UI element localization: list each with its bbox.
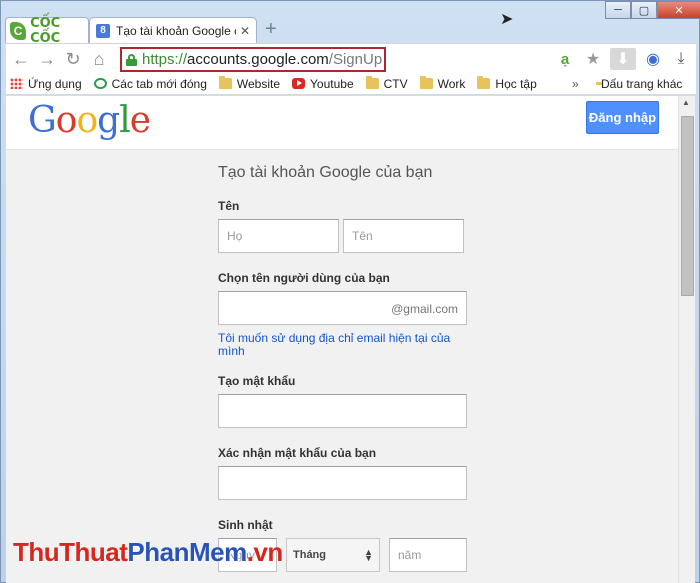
password-input[interactable]: [218, 394, 467, 428]
bookmark-label: Học tập: [495, 76, 537, 91]
toolbar: ← → ↻ ⌂ https:// accounts.google.com /Si…: [6, 43, 696, 73]
maximize-button[interactable]: ▢: [631, 1, 657, 19]
page-scrollbar[interactable]: ▲: [678, 96, 695, 583]
bookmark-label: Work: [437, 76, 466, 91]
apps-icon: [10, 78, 23, 89]
logo-letter: o: [55, 100, 78, 141]
bookmarks-bar: Ứng dụng Các tab mới đóng Website Youtub…: [6, 73, 696, 95]
download-icon[interactable]: ⤓: [670, 48, 692, 70]
bookmark-hoc-tap[interactable]: Học tập: [477, 76, 537, 91]
back-icon[interactable]: ←: [10, 48, 32, 70]
coccoc-dictionary-icon[interactable]: ạ: [554, 48, 576, 70]
folder-icon: [365, 76, 379, 89]
folder-icon: [477, 76, 491, 89]
history-icon: [93, 78, 107, 89]
username-input[interactable]: @gmail.com: [218, 291, 467, 325]
use-current-email-link[interactable]: Tôi muốn sử dụng địa chỉ email hiện tại …: [218, 332, 458, 358]
page-content: Google Đăng nhập Tạo tài khoản Google củ…: [6, 96, 678, 583]
home-icon[interactable]: ⌂: [88, 48, 110, 70]
bookmark-label: Ứng dụng: [28, 76, 82, 91]
google-logo: Google: [28, 100, 151, 141]
logo-letter: e: [129, 100, 151, 141]
select-arrows-icon: ▲ ▼: [364, 547, 373, 563]
youtube-icon: [292, 78, 306, 89]
bookmark-ctv[interactable]: CTV: [365, 76, 408, 91]
camera-extension-icon[interactable]: ◉: [642, 48, 664, 70]
bookmark-label: Website: [236, 76, 281, 91]
coccoc-brand[interactable]: C CỐC CỐC: [5, 15, 89, 46]
url-path: /SignUp: [328, 51, 383, 68]
signup-form: Tạo tài khoản Google của bạn Tên Họ Tên …: [218, 164, 478, 572]
logo-letter: G: [28, 100, 57, 141]
bookmark-label: Youtube: [310, 76, 354, 91]
star-icon[interactable]: ★: [582, 48, 604, 70]
confirm-password-input[interactable]: [218, 466, 467, 500]
confirm-password-label: Xác nhận mật khẩu của bạn: [218, 446, 377, 460]
url-host: accounts.google.com: [187, 51, 329, 68]
bookmark-other[interactable]: Dấu trang khác: [596, 77, 682, 91]
folder-icon: [218, 76, 232, 89]
tab-strip: C CỐC CỐC 8 Tạo tài khoản Google của b ✕…: [1, 1, 700, 46]
bookmark-label: CTV: [383, 76, 408, 91]
birthday-label: Sinh nhật: [218, 518, 273, 532]
password-label: Tạo mật khẩu: [218, 374, 296, 388]
download-box-icon[interactable]: ⬇: [610, 48, 636, 70]
bookmark-label: Dấu trang khác: [601, 77, 683, 91]
form-title: Tạo tài khoản Google của bạn: [218, 164, 433, 181]
watermark-part3: .vn: [246, 537, 284, 567]
birthday-month-select[interactable]: Tháng ▲ ▼: [286, 538, 380, 572]
google-favicon-icon: 8: [96, 23, 110, 38]
sign-in-button[interactable]: Đăng nhập: [586, 101, 659, 134]
tab-google-signup[interactable]: 8 Tạo tài khoản Google của b ✕: [89, 17, 257, 43]
name-label: Tên: [218, 199, 240, 213]
bookmark-apps[interactable]: Ứng dụng: [10, 77, 82, 91]
browser-window: C CỐC CỐC 8 Tạo tài khoản Google của b ✕…: [0, 0, 700, 583]
bookmark-website[interactable]: Website: [218, 76, 281, 91]
watermark-part2: PhanMem: [127, 537, 247, 567]
address-bar[interactable]: https:// accounts.google.com /SignUp: [120, 47, 386, 72]
scroll-thumb[interactable]: [681, 116, 694, 296]
username-label: Chọn tên người dùng của bạn: [218, 271, 390, 285]
bookmarks-more-icon[interactable]: »: [572, 77, 579, 91]
lock-icon: [126, 53, 137, 66]
first-name-input[interactable]: Tên: [343, 219, 464, 253]
window-controls: ─ ▢ ✕: [605, 1, 700, 19]
bookmark-work[interactable]: Work: [419, 76, 466, 91]
mouse-cursor-icon: ➤: [500, 11, 514, 28]
tab-title: Tạo tài khoản Google của b: [116, 23, 236, 38]
logo-letter: o: [76, 100, 98, 141]
watermark: ThuThuatPhanMem.vn: [13, 537, 283, 568]
folder-icon: [419, 76, 433, 89]
logo-letter: l: [119, 100, 130, 141]
bookmark-recent-tabs[interactable]: Các tab mới đóng: [93, 76, 207, 91]
bookmark-label: Các tab mới đóng: [111, 76, 207, 91]
month-selected: Tháng: [293, 549, 326, 561]
birthday-year-input[interactable]: năm: [389, 538, 467, 572]
gmail-suffix: @gmail.com: [391, 302, 458, 316]
reload-icon[interactable]: ↻: [62, 48, 84, 70]
last-name-input[interactable]: Họ: [218, 219, 339, 253]
minimize-button[interactable]: ─: [605, 1, 631, 19]
new-tab-icon[interactable]: +: [265, 19, 277, 39]
forward-icon[interactable]: →: [36, 48, 58, 70]
toolbar-right: ạ ★ ⬇ ◉ ⤓: [554, 48, 692, 70]
scroll-up-icon[interactable]: ▲: [682, 98, 690, 107]
url-scheme: https://: [142, 51, 188, 68]
logo-letter: g: [97, 100, 120, 141]
watermark-part1: ThuThuat: [13, 537, 128, 567]
coccoc-logo-icon: C: [10, 21, 27, 40]
close-button[interactable]: ✕: [657, 1, 700, 19]
tab-close-icon[interactable]: ✕: [240, 24, 250, 38]
brand-name: CỐC CỐC: [30, 15, 61, 46]
page-header: Google Đăng nhập: [6, 96, 678, 150]
bookmark-youtube[interactable]: Youtube: [292, 77, 354, 91]
